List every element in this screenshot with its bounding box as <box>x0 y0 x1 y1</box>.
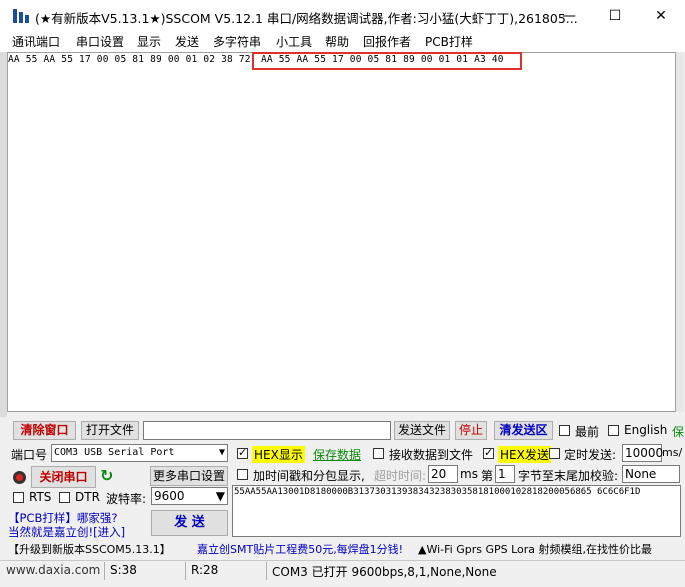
close-button[interactable]: ✕ <box>638 0 684 32</box>
rts-checkbox[interactable] <box>13 492 24 503</box>
hex-send-checkbox[interactable] <box>483 446 494 459</box>
menu-help[interactable]: 帮助 <box>325 32 349 52</box>
menu-tools[interactable]: 小工具 <box>276 32 312 52</box>
window-title: (★有新版本V5.13.1★)SSCOM V5.12.1 串口/网络数据调试器,… <box>35 11 578 26</box>
hex-send-label: HEX发送 <box>498 446 551 463</box>
timeout-unit: ms <box>460 467 478 481</box>
port-state: COM3 已打开 9600bps,8,1,None,None <box>272 565 497 579</box>
app-icon <box>12 8 30 24</box>
hex-display-checkbox[interactable] <box>237 446 248 459</box>
timed-send-input[interactable]: 10000 <box>622 444 663 462</box>
timed-send-label: 定时发送: <box>564 448 617 462</box>
receive-textarea[interactable] <box>7 52 676 412</box>
ad-wifi-link[interactable]: ▲Wi-Fi Gprs GPS Lora 射频模组,在找性价比最 <box>418 541 685 557</box>
recv-to-file-checkbox[interactable] <box>373 448 384 459</box>
status-separator <box>266 562 267 580</box>
menu-send[interactable]: 发送 <box>175 32 199 52</box>
timestamp-checkbox[interactable] <box>237 469 248 480</box>
more-indicator: 保 <box>672 425 685 439</box>
english-label: English <box>624 423 668 437</box>
file-path-input[interactable] <box>143 421 391 440</box>
stop-button[interactable]: 停止 <box>455 421 487 440</box>
port-status-icon <box>13 471 26 484</box>
website-label[interactable]: www.daxia.com <box>6 563 100 577</box>
refresh-icon[interactable]: ↻ <box>100 467 118 485</box>
last-label: 最前 <box>575 425 600 439</box>
dtr-label: DTR <box>75 490 100 504</box>
chevron-down-icon: ▼ <box>215 489 225 503</box>
timestamp-label: 加时间戳和分包显示, <box>253 469 365 483</box>
dtr-checkbox[interactable] <box>59 492 70 503</box>
upgrade-link[interactable]: 【升级到新版本SSCOM5.13.1】 <box>8 541 171 557</box>
chevron-down-icon: ▼ <box>218 447 225 458</box>
receive-highlighted-data: AA 55 AA 55 17 00 05 81 89 00 01 01 A3 4… <box>261 54 504 65</box>
maximize-button[interactable]: ☐ <box>592 0 638 32</box>
left-edge <box>0 52 7 417</box>
received-count: R:28 <box>191 563 219 577</box>
rts-label: RTS <box>29 490 52 504</box>
menu-pcb[interactable]: PCB打样 <box>425 32 473 52</box>
send-file-button[interactable]: 发送文件 <box>394 421 450 440</box>
port-select-value: COM3 USB Serial Port <box>54 447 175 458</box>
port-select[interactable]: COM3 USB Serial Port ▼ <box>51 444 228 462</box>
english-checkbox[interactable] <box>608 425 619 436</box>
timed-send-unit: ms/ <box>662 446 683 459</box>
clear-send-button[interactable]: 清发送区 <box>494 421 553 440</box>
nth-label: 第 <box>481 469 494 483</box>
ad-smt-link[interactable]: 嘉立创SMT贴片工程费50元,每焊盘1分钱! <box>197 541 403 557</box>
clear-window-button[interactable]: 清除窗口 <box>13 421 76 440</box>
timed-send-checkbox[interactable] <box>549 448 560 459</box>
checksum-select[interactable]: None <box>622 465 680 483</box>
menu-multi-string[interactable]: 多字符串 <box>213 32 261 52</box>
status-separator <box>104 562 105 580</box>
promo-jlc-link[interactable]: 当然就是嘉立创![进入] <box>8 524 125 540</box>
save-data-button[interactable]: 保存数据 <box>313 446 361 463</box>
nth-input[interactable]: 1 <box>495 465 515 483</box>
more-port-settings-button[interactable]: 更多串口设置 <box>150 466 228 486</box>
recv-to-file-label: 接收数据到文件 <box>389 448 474 462</box>
receive-scrollbar[interactable] <box>676 52 684 412</box>
baud-select[interactable]: 9600 ▼ <box>151 487 228 505</box>
close-port-button[interactable]: 关闭串口 <box>31 466 96 488</box>
send-text: 55AA55AA13001D8180000B313730313938343238… <box>234 487 641 497</box>
baud-label: 波特率: <box>106 492 147 506</box>
menu-port-settings[interactable]: 串口设置 <box>76 32 124 52</box>
last-checkbox[interactable] <box>559 425 570 436</box>
send-button[interactable]: 发 送 <box>151 510 228 536</box>
minimize-button[interactable]: — <box>546 0 592 32</box>
port-label: 端口号 <box>11 448 48 462</box>
open-file-button[interactable]: 打开文件 <box>81 421 139 440</box>
menu-display[interactable]: 显示 <box>137 32 161 52</box>
menu-report-author[interactable]: 回报作者 <box>363 32 411 52</box>
menu-port[interactable]: 通讯端口 <box>12 32 60 52</box>
receive-data-text: AA 55 AA 55 17 00 05 81 89 00 01 02 38 7… <box>8 54 251 65</box>
checksum-label: 字节至末尾加校验: <box>518 469 619 483</box>
timeout-input[interactable]: 20 <box>428 465 458 483</box>
status-separator <box>185 562 186 580</box>
hex-display-label: HEX显示 <box>252 446 305 463</box>
sent-count: S:38 <box>110 563 137 577</box>
timeout-label: 超时时间: <box>374 469 427 483</box>
baud-select-value: 9600 <box>154 489 185 503</box>
